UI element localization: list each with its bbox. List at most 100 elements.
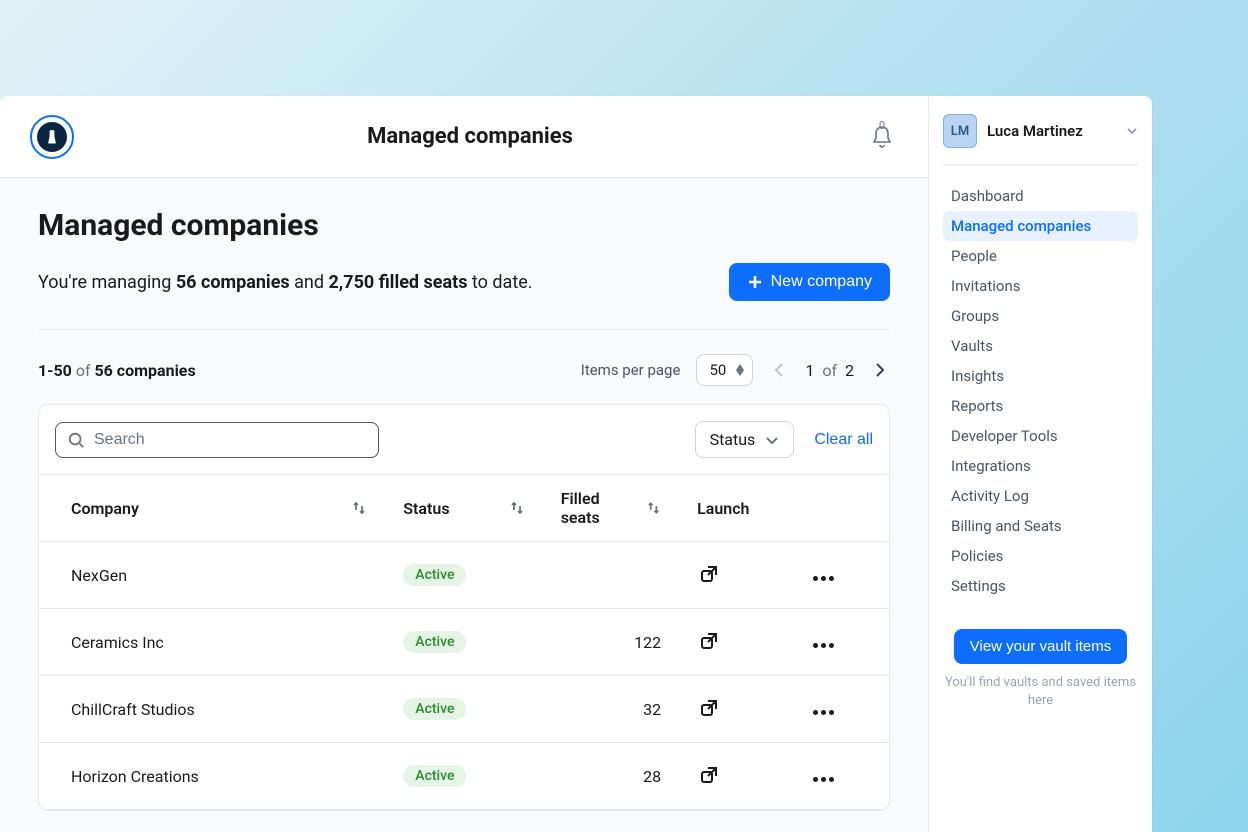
vault-hint: You'll find vaults and saved items here bbox=[943, 674, 1138, 710]
table-row: ChillCraft Studios Active 32 bbox=[39, 676, 889, 743]
status-filter[interactable]: Status bbox=[695, 421, 795, 458]
new-company-label: New company bbox=[771, 273, 872, 291]
status-badge: Active bbox=[403, 698, 466, 720]
more-actions-button[interactable] bbox=[813, 576, 834, 581]
th-status[interactable]: Status bbox=[385, 475, 542, 542]
nav-item-settings[interactable]: Settings bbox=[943, 571, 1138, 601]
nav-item-policies[interactable]: Policies bbox=[943, 541, 1138, 571]
page-size-select[interactable]: 50 bbox=[696, 354, 753, 386]
more-actions-button[interactable] bbox=[813, 777, 834, 782]
th-launch: Launch bbox=[679, 475, 794, 542]
external-link-icon bbox=[699, 631, 719, 651]
cell-filled-seats: 32 bbox=[543, 676, 679, 743]
launch-button[interactable] bbox=[697, 629, 721, 653]
table-row: NexGen Active bbox=[39, 542, 889, 609]
nav-item-invitations[interactable]: Invitations bbox=[943, 271, 1138, 301]
chevron-right-icon bbox=[875, 362, 885, 378]
notifications-button[interactable]: 0 bbox=[866, 121, 898, 153]
cell-company: Horizon Creations bbox=[39, 743, 385, 810]
nav-item-developer-tools[interactable]: Developer Tools bbox=[943, 421, 1138, 451]
top-bar: Managed companies 0 bbox=[0, 96, 928, 178]
nav-item-reports[interactable]: Reports bbox=[943, 391, 1138, 421]
cell-company: NexGen bbox=[39, 542, 385, 609]
avatar: LM bbox=[943, 114, 977, 148]
search-wrap bbox=[55, 422, 379, 458]
pagination-row: 1-50 of 56 companies Items per page 50 bbox=[38, 354, 890, 386]
nav-item-vaults[interactable]: Vaults bbox=[943, 331, 1138, 361]
total-pages: 2 bbox=[845, 361, 854, 380]
app-window: Managed companies 0 Managed companies Yo… bbox=[0, 96, 1152, 832]
cell-status: Active bbox=[385, 743, 542, 810]
chevron-left-icon bbox=[774, 362, 784, 378]
page-position: 1 of 2 bbox=[805, 361, 854, 380]
page-size-value: 50 bbox=[709, 361, 726, 379]
cell-actions bbox=[795, 676, 889, 743]
pagination-total: 56 companies bbox=[94, 361, 195, 380]
summary-prefix: You're managing bbox=[38, 272, 176, 293]
cell-actions bbox=[795, 609, 889, 676]
items-per-page-label: Items per page bbox=[581, 361, 681, 379]
th-company[interactable]: Company bbox=[39, 475, 385, 542]
sort-icon bbox=[646, 500, 661, 516]
table-row: Ceramics IncActive122 bbox=[39, 609, 889, 676]
nav-list: DashboardManaged companiesPeopleInvitati… bbox=[943, 181, 1138, 601]
table-toolbar: Status Clear all bbox=[39, 405, 889, 474]
page-title: Managed companies bbox=[38, 208, 890, 243]
stepper-icon bbox=[736, 364, 744, 376]
cell-actions bbox=[795, 542, 889, 609]
nav-item-people[interactable]: People bbox=[943, 241, 1138, 271]
table-row: Horizon Creations Active 28 bbox=[39, 743, 889, 810]
external-link-icon bbox=[699, 698, 719, 718]
content-area: Managed companies You're managing 56 com… bbox=[0, 178, 928, 811]
more-actions-button[interactable] bbox=[813, 710, 834, 715]
summary-text: You're managing 56 companies and 2,750 f… bbox=[38, 272, 533, 293]
summary-seats: 2,750 filled seats bbox=[328, 272, 467, 293]
cell-filled-seats: 122 bbox=[543, 609, 679, 676]
companies-table: Company Status Filled seats Launch bbox=[39, 474, 889, 810]
cell-company: ChillCraft Studios bbox=[39, 676, 385, 743]
nav-item-integrations[interactable]: Integrations bbox=[943, 451, 1138, 481]
next-page-button[interactable] bbox=[870, 360, 890, 380]
pagination-of: of bbox=[76, 361, 91, 380]
prev-page-button[interactable] bbox=[769, 360, 789, 380]
clear-all-button[interactable]: Clear all bbox=[814, 431, 873, 449]
cell-actions bbox=[795, 743, 889, 810]
search-input[interactable] bbox=[55, 422, 379, 458]
launch-button[interactable] bbox=[697, 763, 721, 787]
app-logo[interactable] bbox=[30, 115, 74, 159]
current-page: 1 bbox=[805, 361, 814, 380]
th-actions bbox=[795, 475, 889, 542]
nav-item-insights[interactable]: Insights bbox=[943, 361, 1138, 391]
user-menu[interactable]: LM Luca Martinez bbox=[943, 114, 1138, 165]
plus-icon bbox=[747, 274, 763, 290]
cell-filled-seats bbox=[543, 542, 679, 609]
cell-status: Active bbox=[385, 609, 542, 676]
th-filled-seats[interactable]: Filled seats bbox=[543, 475, 679, 542]
view-vault-button[interactable]: View your vault items bbox=[954, 629, 1127, 664]
sort-icon bbox=[509, 500, 525, 516]
nav-item-dashboard[interactable]: Dashboard bbox=[943, 181, 1138, 211]
new-company-button[interactable]: New company bbox=[729, 263, 890, 301]
more-actions-button[interactable] bbox=[813, 643, 834, 648]
page-of: of bbox=[822, 361, 837, 380]
nav-item-activity-log[interactable]: Activity Log bbox=[943, 481, 1138, 511]
sidebar: LM Luca Martinez DashboardManaged compan… bbox=[928, 96, 1152, 832]
cell-launch bbox=[679, 542, 794, 609]
status-badge: Active bbox=[403, 765, 466, 787]
chevron-down-icon bbox=[765, 433, 779, 447]
sidebar-cta: View your vault items You'll find vaults… bbox=[943, 629, 1138, 710]
launch-button[interactable] bbox=[697, 696, 721, 720]
search-icon bbox=[67, 431, 85, 449]
nav-item-groups[interactable]: Groups bbox=[943, 301, 1138, 331]
status-filter-label: Status bbox=[710, 430, 756, 449]
user-name: Luca Martinez bbox=[987, 122, 1116, 140]
launch-button[interactable] bbox=[697, 562, 721, 586]
cell-filled-seats: 28 bbox=[543, 743, 679, 810]
nav-item-billing-and-seats[interactable]: Billing and Seats bbox=[943, 511, 1138, 541]
status-badge: Active bbox=[403, 564, 466, 586]
cell-status: Active bbox=[385, 676, 542, 743]
cell-launch bbox=[679, 609, 794, 676]
nav-item-managed-companies[interactable]: Managed companies bbox=[943, 211, 1138, 241]
summary-companies: 56 companies bbox=[176, 272, 290, 293]
summary-row: You're managing 56 companies and 2,750 f… bbox=[38, 263, 890, 330]
